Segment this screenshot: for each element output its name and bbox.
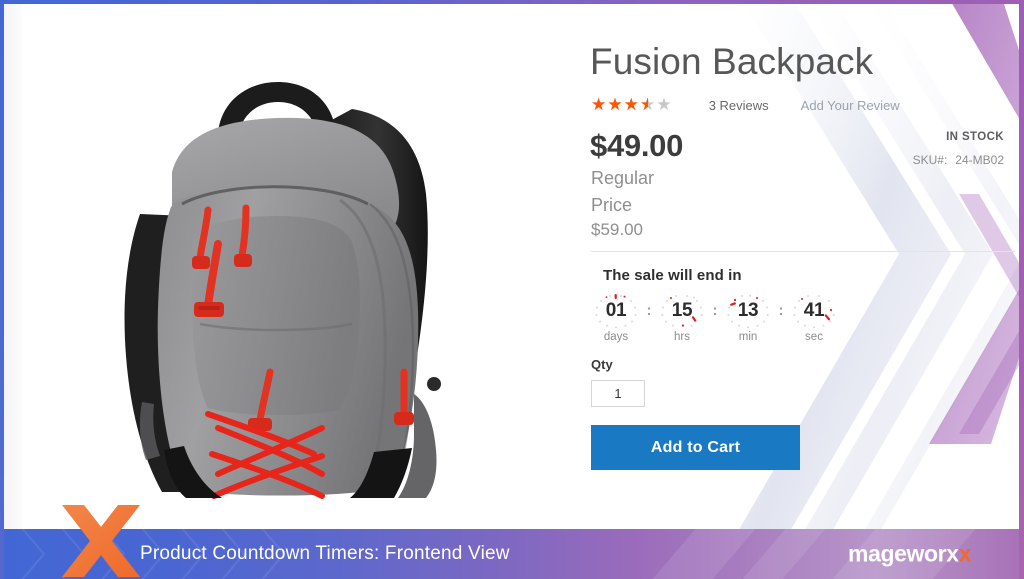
countdown-separator-3: : [778,302,784,319]
countdown-separator-1: : [646,302,652,319]
countdown-unit-hrs: 15 hrs [657,292,707,343]
brand-x-accent: x [958,540,972,567]
sku-value: 24-MB02 [955,153,1004,167]
countdown-value-sec: 41 [803,300,825,321]
countdown-dial-sec: 41 [789,292,839,330]
sku-label: SKU#: [912,153,948,167]
countdown-separator-2: : [712,302,718,319]
product-sku: SKU#: 24-MB02 [913,153,1004,167]
product-page-surface: Fusion Backpack ★★★★★ ★★★★★ 3 Reviews Ad… [4,4,1019,529]
countdown-dial-hrs: 15 [657,292,707,330]
product-price-special: $49.00 [590,128,684,163]
countdown-dial-min: 13 [723,292,773,330]
reviews-count-link[interactable]: 3 Reviews [709,98,769,113]
page-title: Fusion Backpack [590,41,874,82]
product-price-label: Regular Price [591,168,655,215]
add-to-cart-button[interactable]: Add to Cart [591,425,800,470]
frame-border-right [1019,0,1024,579]
rating-row: ★★★★★ ★★★★★ 3 Reviews Add Your Review [591,97,900,114]
quantity-stepper[interactable] [591,380,645,407]
add-review-link[interactable]: Add Your Review [801,98,900,113]
countdown-unit-sec: 41 sec [789,292,839,343]
backpack-buckle [427,377,441,391]
footer-banner: Product Countdown Timers: Frontend View … [4,529,1019,579]
product-image[interactable] [22,4,542,529]
brand-name-text: mageworx [848,540,959,567]
footer-title: Product Countdown Timers: Frontend View [140,543,510,564]
mageworx-logo: mageworxx [848,541,971,568]
countdown-label-min: min [738,331,758,343]
status-badge: IN STOCK [946,131,1004,143]
countdown-value-min: 13 [737,300,759,321]
countdown-timer: 01 days : 15 hrs: 13 min: 41 sec [591,292,839,343]
star-rating-filled: ★★★★★ [591,97,648,114]
countdown-heading: The sale will end in [603,267,742,284]
countdown-label-days: days [603,331,629,343]
product-info-panel: Fusion Backpack ★★★★★ ★★★★★ 3 Reviews Ad… [587,4,1019,529]
countdown-dial-days: 01 [591,292,641,330]
countdown-value-hrs: 15 [671,300,693,321]
countdown-unit-days: 01 days [591,292,641,343]
qty-label: Qty [591,357,613,372]
product-price-regular: $59.00 [591,220,643,239]
countdown-value-days: 01 [605,300,627,321]
countdown-label-hrs: hrs [674,331,690,343]
star-rating[interactable]: ★★★★★ ★★★★★ [591,97,673,114]
screenshot-root: Fusion Backpack ★★★★★ ★★★★★ 3 Reviews Ad… [0,0,1024,579]
section-divider [591,251,1015,252]
countdown-label-sec: sec [805,331,823,343]
countdown-unit-min: 13 min [723,292,773,343]
